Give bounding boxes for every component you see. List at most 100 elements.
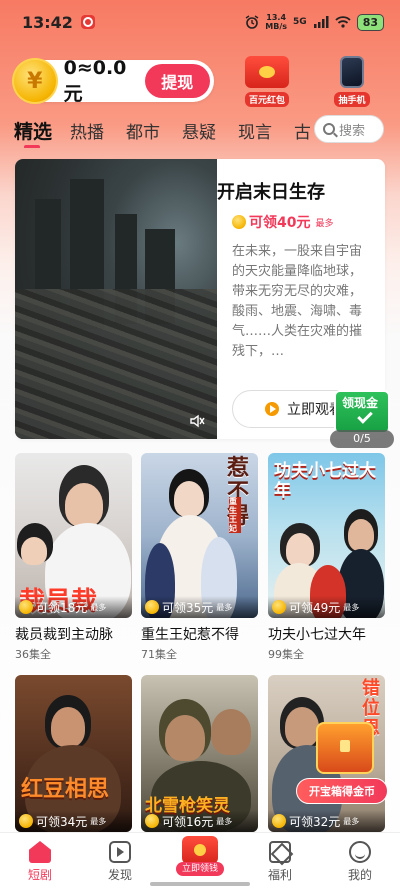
drama-episodes: 71集全	[141, 648, 177, 661]
reward-badge-max: 最多	[216, 816, 233, 826]
nav-short-drama-label: 短剧	[27, 868, 52, 882]
nav-discover[interactable]: 发现	[80, 833, 160, 889]
nav-discover-label: 发现	[107, 868, 132, 882]
reward-badge: 可领34元 最多	[15, 810, 132, 832]
network-speed: 13.4 MB/s	[265, 13, 287, 31]
featured-reward: 可领40元 最多	[232, 212, 334, 232]
status-bar: 13:42 13.4 MB/s 5G 83	[0, 0, 400, 44]
drama-card[interactable]: 红豆相思 可领34元 最多	[15, 675, 132, 832]
nav-welfare[interactable]: 福利	[240, 833, 320, 889]
reward-badge: 可领32元 最多	[268, 810, 385, 832]
home-icon	[29, 841, 51, 863]
reward-badge-text: 可领34元	[36, 814, 88, 829]
tab-urban[interactable]: 都市	[126, 118, 182, 143]
reward-badge-text: 可领32元	[289, 814, 341, 829]
clock: 13:42	[22, 12, 73, 32]
network-speed-unit: MB/s	[265, 22, 288, 31]
phone-lottery-label: 抽手机	[334, 92, 370, 107]
drama-title: 裁员裁到主动脉	[15, 627, 113, 643]
signal-icon	[313, 16, 329, 28]
tab-featured[interactable]: 精选	[14, 117, 70, 148]
drama-poster: 红豆相思 可领34元 最多	[15, 675, 132, 832]
open-treasure-button[interactable]: 开宝箱得金币	[296, 778, 388, 804]
reward-badge-text: 可领49元	[289, 600, 341, 615]
status-icons: 13.4 MB/s 5G 83	[245, 13, 384, 31]
home-indicator	[150, 882, 250, 886]
search-placeholder: 搜索	[339, 123, 366, 139]
drama-poster: 功夫小七过大年 可领49元 最多	[268, 453, 385, 618]
notification-app-icon	[80, 15, 95, 29]
red-envelope-icon	[182, 836, 218, 864]
drama-poster: 惹不得 重生王妃 可领35元 最多	[141, 453, 258, 618]
featured-reward-max: 最多	[315, 218, 334, 229]
reward-badge-text: 可领18元	[36, 600, 88, 615]
reward-badge-text: 可领16元	[162, 814, 214, 829]
search-icon	[323, 123, 335, 135]
drama-card[interactable]: 裁员裁 可领18元 最多 裁员裁到主动脉 36集全	[15, 453, 132, 662]
reward-badge-max: 最多	[343, 602, 360, 612]
nav-mine-label: 我的	[347, 868, 372, 882]
phone-lottery-promo[interactable]: 抽手机	[324, 56, 380, 107]
reward-badge: 可领35元 最多	[141, 596, 258, 618]
redpack-promo-label: 百元红包	[244, 92, 289, 107]
tab-ancient[interactable]: 古	[294, 118, 310, 143]
nav-welfare-label: 福利	[267, 868, 292, 882]
wifi-icon	[335, 16, 351, 28]
cash-widget[interactable]: 领现金 0/5	[330, 390, 394, 448]
profile-face-icon	[349, 841, 371, 863]
tab-hot[interactable]: 热播	[70, 118, 126, 143]
poster-title-art: 功夫小七过大年	[274, 461, 376, 501]
coin-icon	[145, 814, 159, 828]
battery-indicator: 83	[356, 13, 384, 31]
reward-badge: 可领18元 最多	[15, 596, 132, 618]
network-type: 5G	[293, 17, 307, 27]
reward-badge-text: 可领35元	[162, 600, 214, 615]
drama-poster: 北雪枪笑灵 可领16元 最多	[141, 675, 258, 832]
coin-icon	[232, 215, 246, 229]
balance-value: 0≈0.0元	[63, 56, 127, 105]
mute-icon[interactable]	[189, 413, 205, 429]
reward-badge: 可领16元 最多	[141, 810, 258, 832]
drama-title: 重生王妃惹不得	[141, 627, 239, 643]
drama-title: 功夫小七过大年	[268, 627, 366, 643]
search-input[interactable]: 搜索	[314, 115, 384, 143]
play-square-icon	[109, 841, 131, 863]
drama-episodes: 36集全	[15, 648, 51, 661]
claim-money-label: 立即领钱	[176, 862, 224, 876]
coin-icon	[272, 814, 286, 828]
category-tabs: 精选 热播 都市 悬疑 现言 古	[0, 112, 310, 148]
treasure-chest-icon	[316, 722, 374, 774]
treasure-chest-widget[interactable]: 开宝箱得金币	[296, 712, 392, 808]
tab-modern-romance[interactable]: 现言	[238, 118, 294, 143]
welfare-icon	[269, 841, 291, 863]
drama-episodes: 99集全	[268, 648, 304, 661]
tab-suspense[interactable]: 悬疑	[182, 118, 238, 143]
smartphone-icon	[340, 56, 364, 88]
play-icon	[265, 402, 279, 416]
cash-progress: 0/5	[330, 430, 394, 448]
drama-card[interactable]: 北雪枪笑灵 可领16元 最多	[141, 675, 258, 832]
network-speed-value: 13.4	[266, 13, 287, 22]
drama-card[interactable]: 惹不得 重生王妃 可领35元 最多 重生王妃惹不得 71集全	[141, 453, 258, 662]
reward-badge-max: 最多	[90, 602, 107, 612]
poster-title-art: 红豆相思	[21, 777, 110, 802]
reward-badge-max: 最多	[90, 816, 107, 826]
drama-poster: 裁员裁 可领18元 最多	[15, 453, 132, 618]
coin-icon	[145, 600, 159, 614]
alarm-icon	[245, 15, 259, 29]
nav-mine[interactable]: 我的	[320, 833, 400, 889]
cash-widget-label: 领现金	[342, 396, 379, 410]
cash-box: 领现金	[334, 390, 390, 434]
drama-card[interactable]: 功夫小七过大年 可领49元 最多 功夫小七过大年 99集全	[268, 453, 385, 662]
coin-balance-pill[interactable]: ¥ 0≈0.0元 提现	[12, 57, 214, 105]
coin-icon	[19, 600, 33, 614]
featured-description: 在未来，一股来自宇宙的天灾能量降临地球，带来无穷无尽的灾难，酸雨、地震、海啸、毒…	[232, 244, 363, 359]
withdraw-button[interactable]: 提现	[144, 64, 210, 98]
claim-money-button[interactable]: 立即领钱	[176, 832, 224, 876]
reward-badge-max: 最多	[216, 602, 233, 612]
featured-poster	[15, 159, 217, 439]
coin-icon	[272, 600, 286, 614]
nav-short-drama[interactable]: 短剧	[0, 833, 80, 889]
featured-title: 开启末日生存	[217, 182, 325, 203]
redpack-promo[interactable]: 百元红包	[239, 56, 295, 107]
